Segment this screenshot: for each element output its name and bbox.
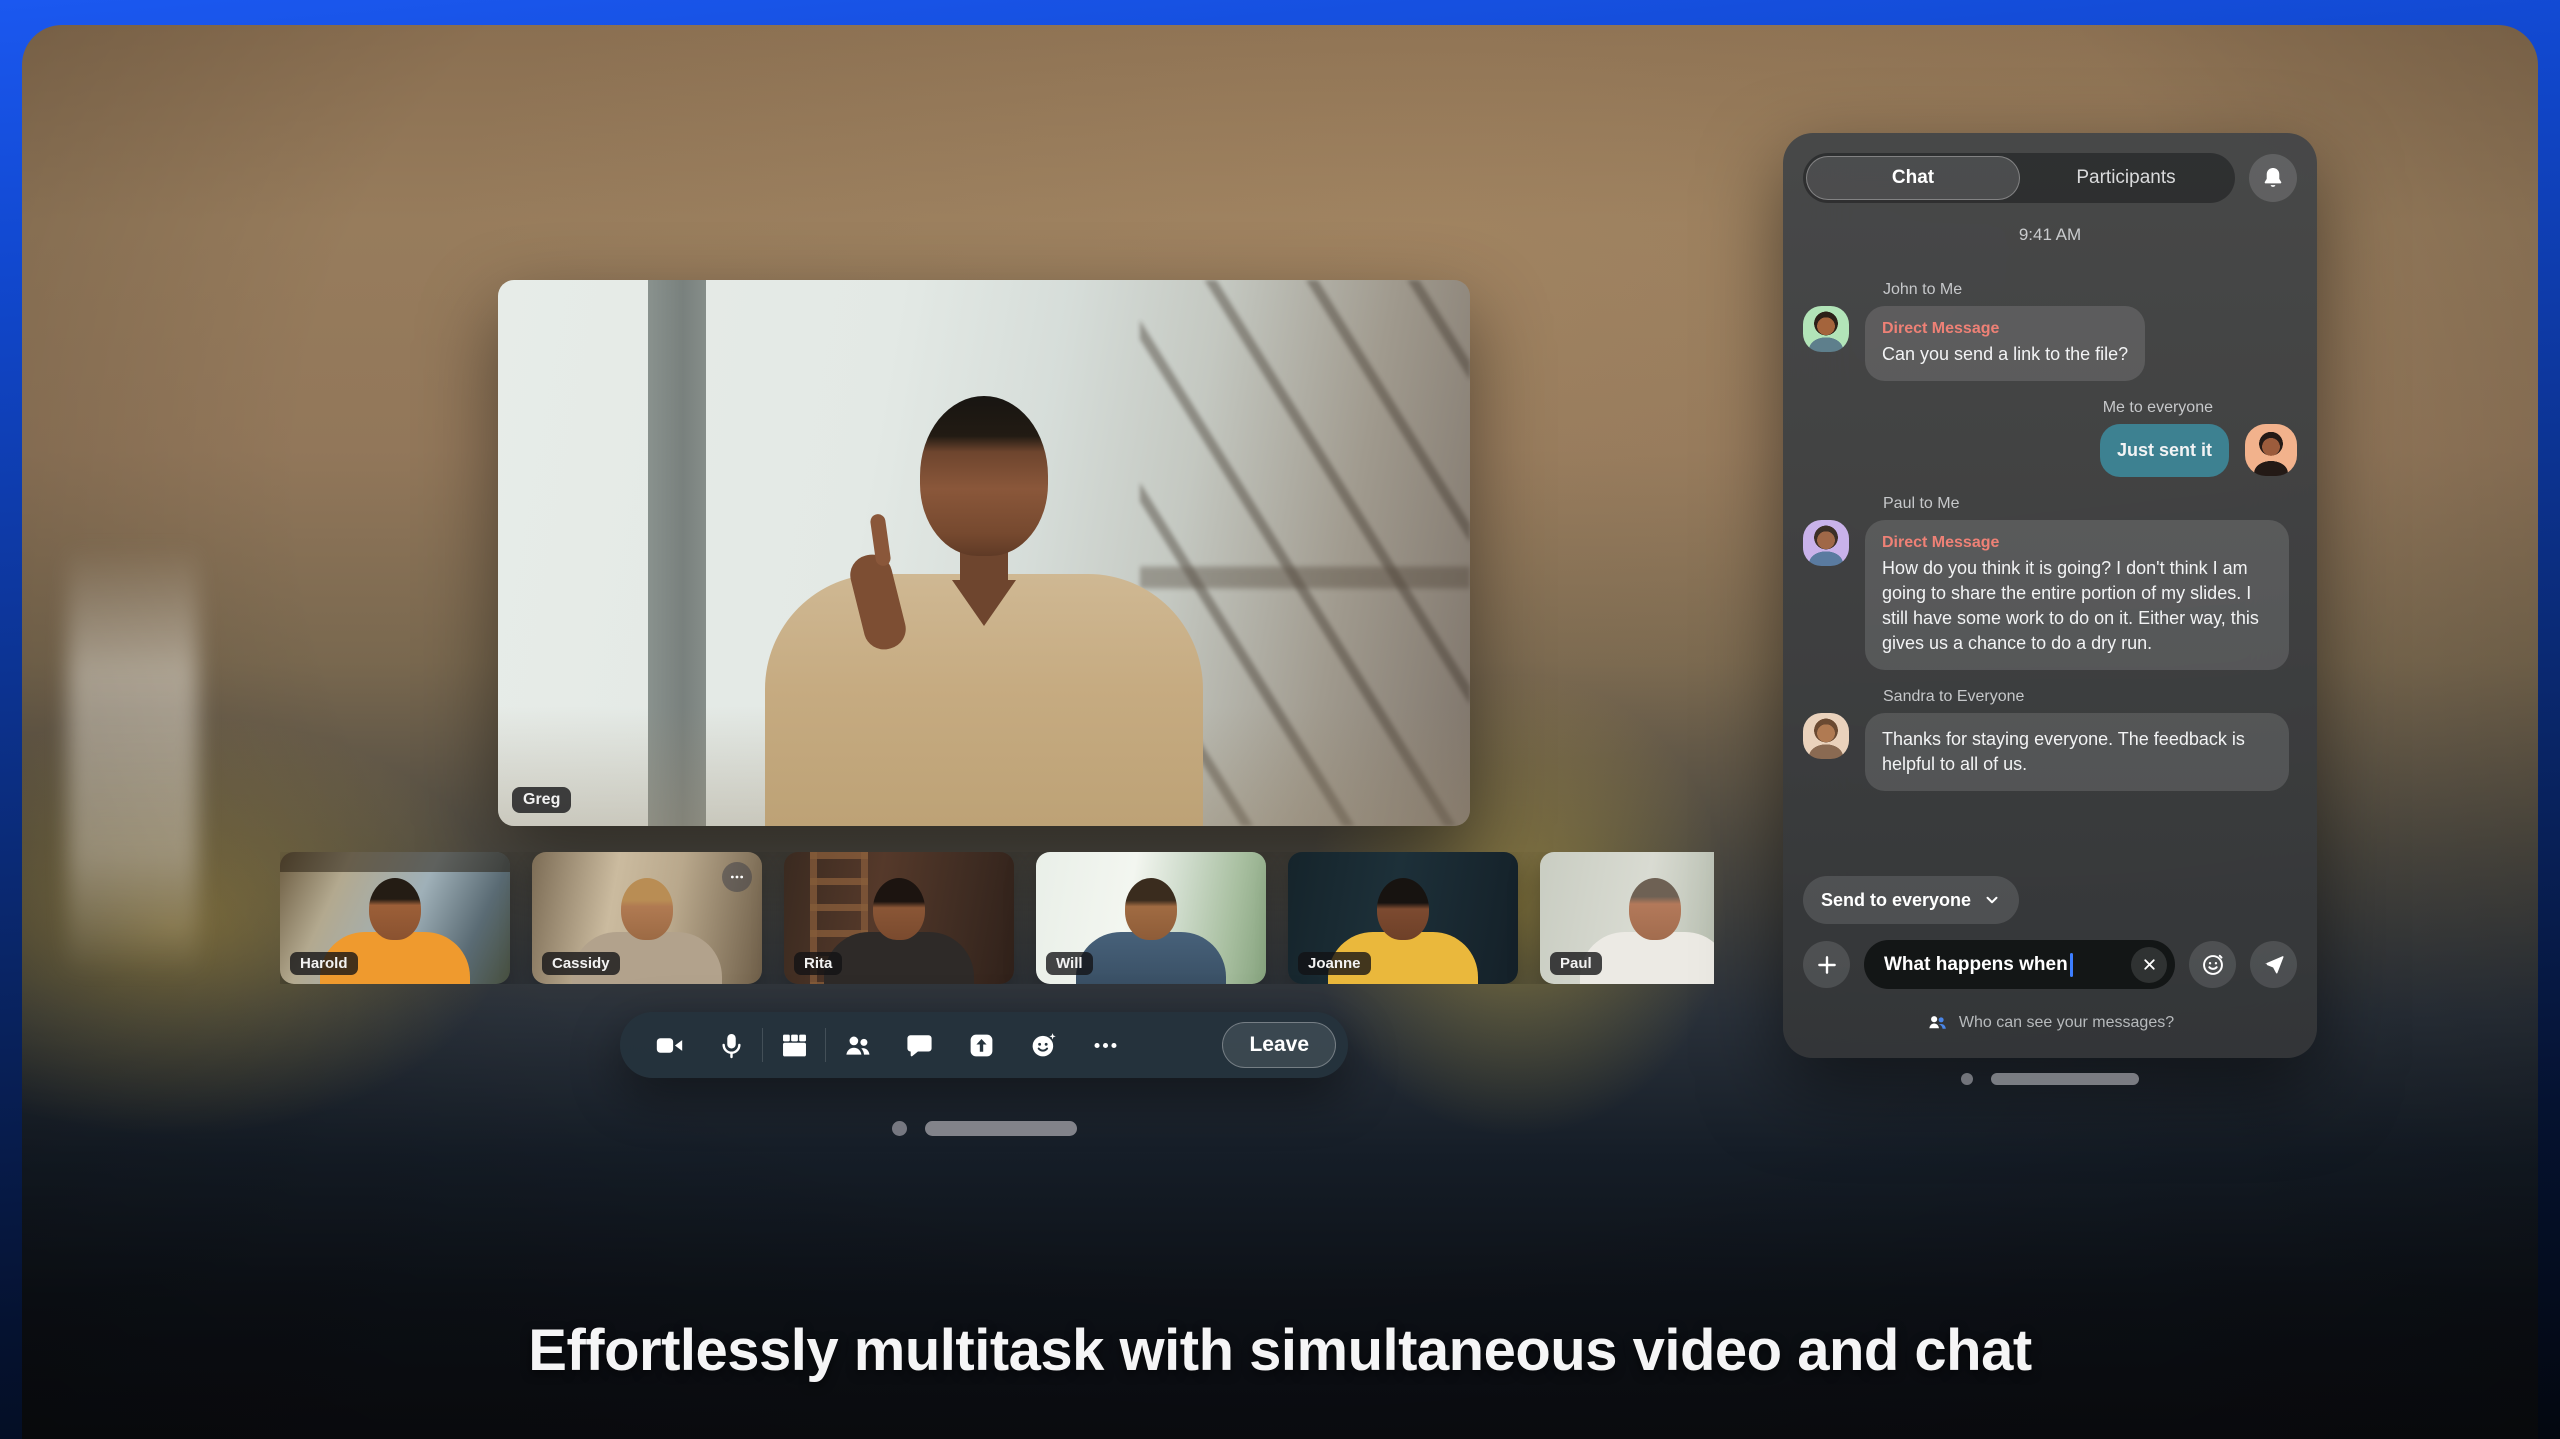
chat-header: Chat Participants bbox=[1803, 153, 2297, 203]
compose-row: What happens when bbox=[1803, 940, 2297, 989]
drag-handle[interactable] bbox=[1991, 1073, 2139, 1085]
message-sender-label: Me to everyone bbox=[1803, 399, 2213, 417]
participant-name-tag: Cassidy bbox=[542, 952, 620, 975]
reactions-button[interactable] bbox=[1012, 1012, 1074, 1078]
participant-tile[interactable]: Cassidy bbox=[532, 852, 762, 984]
participant-name-tag: Joanne bbox=[1298, 952, 1371, 975]
chat-message: Me to everyone Just sent it bbox=[1803, 399, 2297, 477]
emoji-icon bbox=[2201, 953, 2225, 977]
participants-icon bbox=[843, 1031, 872, 1060]
message-sender-label: Paul to Me bbox=[1883, 495, 2297, 513]
microphone-icon bbox=[717, 1031, 746, 1060]
message-sender-label: John to Me bbox=[1883, 281, 2297, 299]
privacy-link-label: Who can see your messages? bbox=[1959, 1014, 2174, 1032]
chat-message: Paul to Me Direct Message How do you thi… bbox=[1803, 495, 2297, 670]
tile-more-icon[interactable] bbox=[722, 862, 752, 892]
camera-icon bbox=[655, 1031, 684, 1060]
chat-tabs: Chat Participants bbox=[1803, 153, 2235, 203]
share-screen-button[interactable] bbox=[950, 1012, 1012, 1078]
chat-page-indicator bbox=[1783, 1073, 2317, 1085]
clear-input-button[interactable] bbox=[2131, 947, 2167, 983]
participant-tile[interactable]: Harold bbox=[280, 852, 510, 984]
message-text: Thanks for staying everyone. The feedbac… bbox=[1882, 727, 2272, 777]
add-attachment-button[interactable] bbox=[1803, 941, 1850, 988]
message-text: How do you think it is going? I don't th… bbox=[1882, 556, 2272, 656]
chat-button[interactable] bbox=[888, 1012, 950, 1078]
avatar bbox=[2245, 424, 2297, 476]
leave-button[interactable]: Leave bbox=[1222, 1022, 1336, 1068]
direct-message-label: Direct Message bbox=[1882, 320, 2128, 338]
message-text: Can you send a link to the file? bbox=[1882, 342, 2128, 367]
message-bubble: Direct Message Can you send a link to th… bbox=[1865, 306, 2145, 381]
message-sender-label: Sandra to Everyone bbox=[1883, 688, 2297, 706]
speaker-silhouette bbox=[749, 396, 1219, 826]
camera-button[interactable] bbox=[638, 1012, 700, 1078]
participants-button[interactable] bbox=[826, 1012, 888, 1078]
reactions-icon bbox=[1029, 1031, 1058, 1060]
send-icon bbox=[2262, 953, 2286, 977]
layout-view-button[interactable] bbox=[763, 1012, 825, 1078]
chat-message: John to Me Direct Message Can you send a… bbox=[1803, 281, 2297, 381]
chat-message: Sandra to Everyone Thanks for staying ev… bbox=[1803, 688, 2297, 791]
privacy-link[interactable]: Who can see your messages? bbox=[1803, 1011, 2297, 1034]
filmstrip-page-indicator bbox=[620, 1121, 1348, 1136]
participant-name-tag: Rita bbox=[794, 952, 842, 975]
speaker-name-tag: Greg bbox=[512, 787, 571, 813]
direct-message-label: Direct Message bbox=[1882, 534, 2272, 552]
drag-handle[interactable] bbox=[925, 1121, 1077, 1136]
message-bubble: Thanks for staying everyone. The feedbac… bbox=[1865, 713, 2289, 791]
message-input[interactable]: What happens when bbox=[1864, 940, 2175, 989]
chat-panel: Chat Participants 9:41 AM John to Me Dir… bbox=[1783, 133, 2317, 1058]
send-to-selector[interactable]: Send to everyone bbox=[1803, 876, 2019, 924]
chat-messages: John to Me Direct Message Can you send a… bbox=[1803, 281, 2297, 809]
bell-icon bbox=[2260, 165, 2286, 191]
layout-view-icon bbox=[780, 1031, 809, 1060]
participant-filmstrip: Harold Cassidy Rita Will Joanne Paul bbox=[280, 852, 1714, 984]
chat-timestamp: 9:41 AM bbox=[1803, 225, 2297, 245]
avatar bbox=[1803, 306, 1849, 352]
message-input-value: What happens when bbox=[1884, 954, 2068, 976]
message-text: Just sent it bbox=[2117, 438, 2212, 463]
page-dot bbox=[1961, 1073, 1973, 1085]
text-cursor bbox=[2070, 953, 2073, 977]
visibility-people-icon bbox=[1926, 1011, 1949, 1034]
participant-tile[interactable]: Paul bbox=[1540, 852, 1714, 984]
marketing-caption: Effortlessly multitask with simultaneous… bbox=[22, 1317, 2538, 1384]
tab-participants[interactable]: Participants bbox=[2020, 156, 2232, 200]
chevron-down-icon bbox=[1983, 891, 2001, 909]
avatar bbox=[1803, 713, 1849, 759]
share-screen-icon bbox=[967, 1031, 996, 1060]
message-bubble: Direct Message How do you think it is go… bbox=[1865, 520, 2289, 670]
participant-tile[interactable]: Rita bbox=[784, 852, 1014, 984]
notifications-button[interactable] bbox=[2249, 154, 2297, 202]
emoji-button[interactable] bbox=[2189, 941, 2236, 988]
participant-tile[interactable]: Will bbox=[1036, 852, 1266, 984]
page-dot bbox=[892, 1121, 907, 1136]
participant-name-tag: Paul bbox=[1550, 952, 1602, 975]
meeting-window: Greg Harold Cassidy Rita Will Joanne bbox=[22, 25, 2538, 1439]
send-to-label: Send to everyone bbox=[1821, 890, 1971, 911]
main-speaker-video[interactable]: Greg bbox=[498, 280, 1470, 826]
avatar bbox=[1803, 520, 1849, 566]
more-button[interactable] bbox=[1074, 1012, 1136, 1078]
participant-name-tag: Harold bbox=[290, 952, 358, 975]
tab-chat[interactable]: Chat bbox=[1806, 156, 2020, 200]
more-icon bbox=[1091, 1031, 1120, 1060]
chat-icon bbox=[905, 1031, 934, 1060]
meeting-toolbar: Leave bbox=[620, 1012, 1348, 1078]
close-icon bbox=[2141, 956, 2158, 973]
message-bubble: Just sent it bbox=[2100, 424, 2229, 477]
send-button[interactable] bbox=[2250, 941, 2297, 988]
plus-icon bbox=[1815, 953, 1839, 977]
microphone-button[interactable] bbox=[700, 1012, 762, 1078]
participant-name-tag: Will bbox=[1046, 952, 1093, 975]
participant-tile[interactable]: Joanne bbox=[1288, 852, 1518, 984]
